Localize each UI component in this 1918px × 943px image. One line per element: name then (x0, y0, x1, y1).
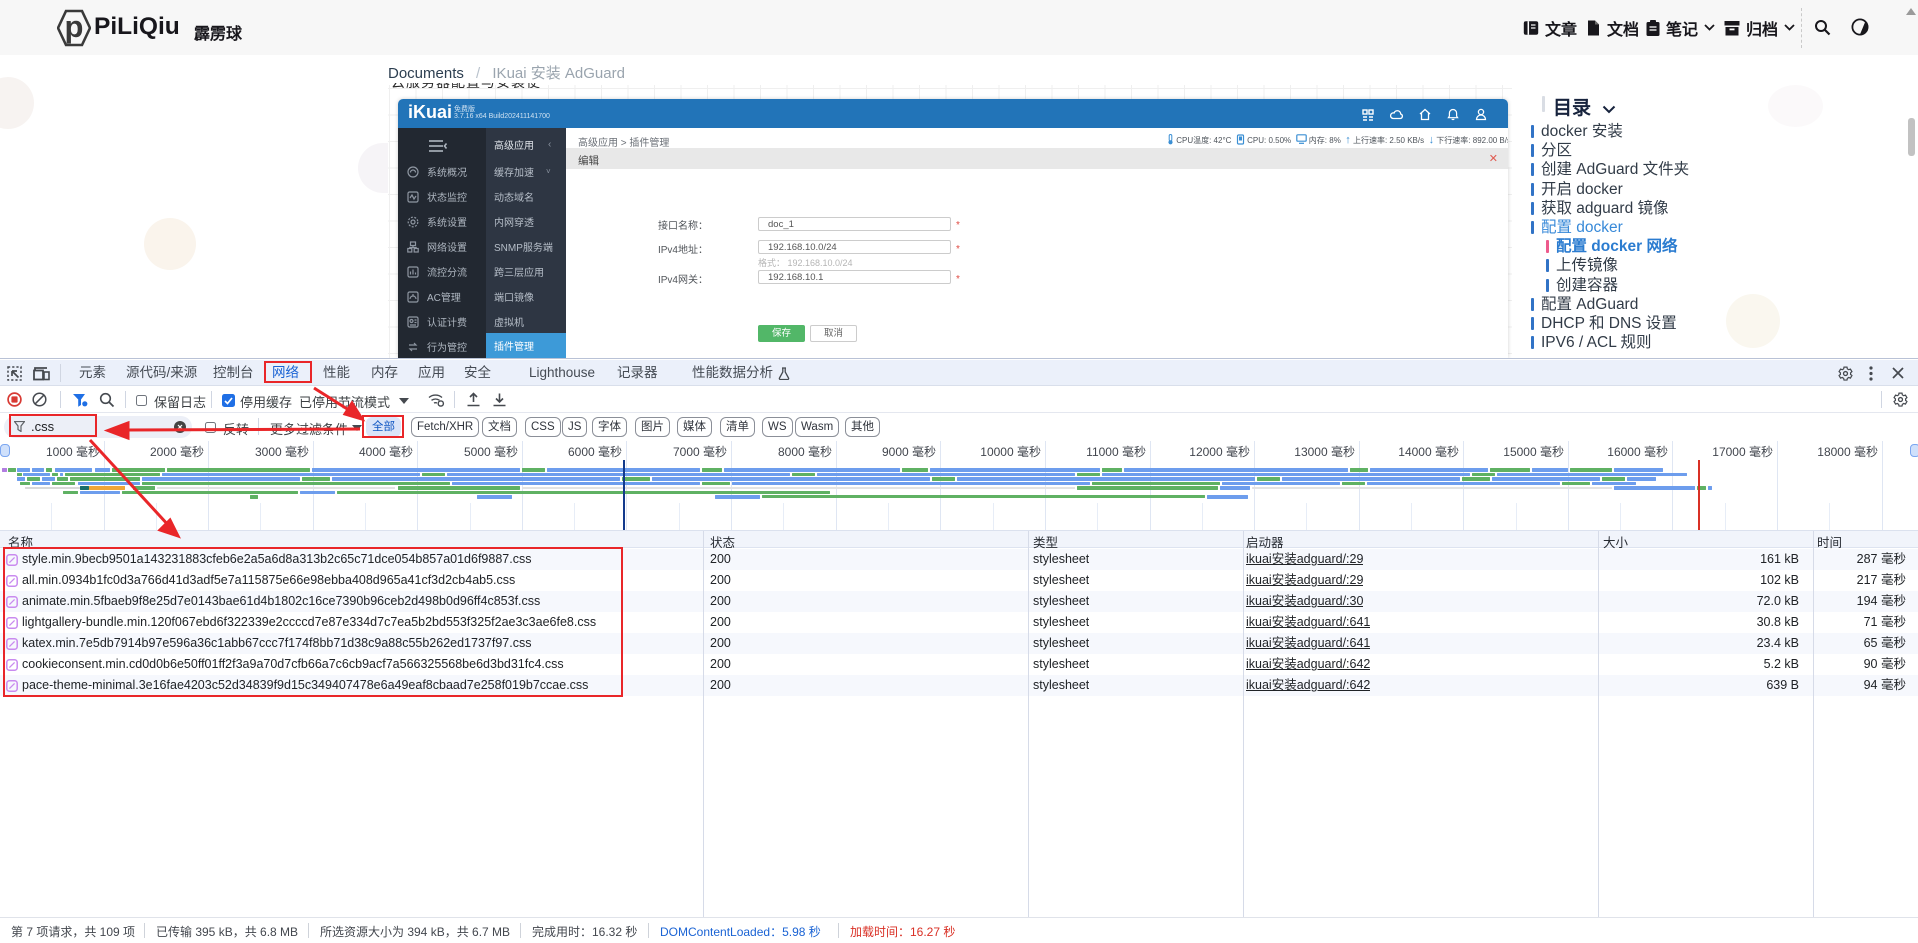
svg-text:p: p (65, 9, 84, 44)
